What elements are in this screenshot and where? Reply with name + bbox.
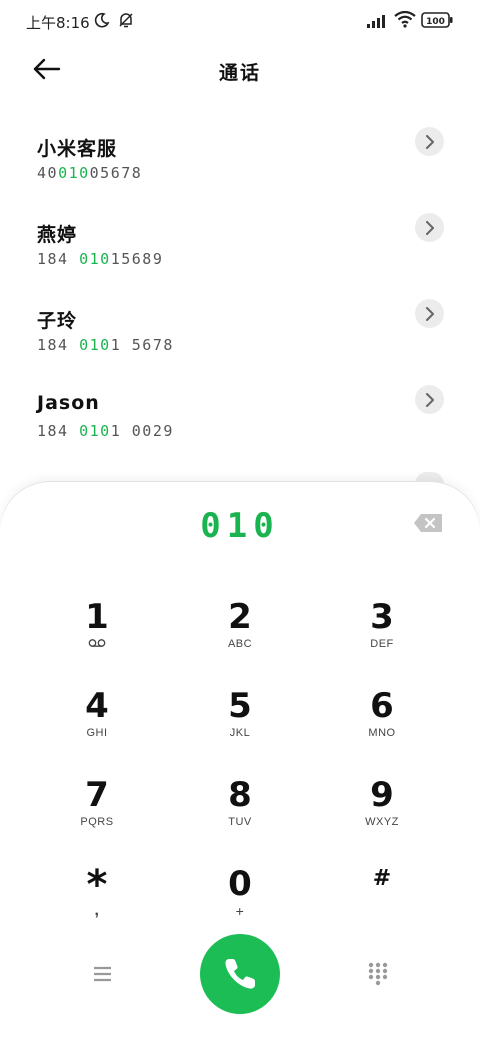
backspace-button[interactable]: [413, 513, 443, 533]
key-letters: TUV: [228, 816, 252, 828]
status-time: 上午8:16: [26, 14, 90, 32]
key-star[interactable]: * ,: [42, 864, 152, 944]
key-5[interactable]: 5 JKL: [185, 686, 295, 766]
key-2[interactable]: 2 ABC: [185, 597, 295, 677]
moon-icon: [94, 12, 110, 32]
battery-level: 100: [426, 17, 445, 27]
key-0[interactable]: 0 +: [185, 864, 295, 944]
muted-bell-icon: [117, 11, 135, 33]
key-letters: ABC: [227, 638, 253, 650]
contact-detail-button[interactable]: [415, 299, 444, 328]
dialpad-sheet: 010 1 2 ABC 3 DEF 4 GHI 5 JKL 6 MNO 7 PQ…: [0, 482, 480, 1040]
key-digit: 4: [85, 686, 109, 726]
contact-number: 184 0101 5678: [37, 336, 174, 354]
key-digit: 9: [370, 775, 394, 815]
key-digit: 6: [370, 686, 394, 726]
menu-button[interactable]: [88, 962, 118, 986]
contact-number: 184 01015689: [37, 250, 164, 268]
key-digit: 0: [228, 864, 252, 904]
dialer-bottom-bar: [0, 934, 480, 1018]
wifi-icon: [394, 10, 416, 32]
contact-name: 小米客服: [37, 138, 118, 160]
status-bar: 上午8:16 100: [0, 0, 480, 40]
key-1[interactable]: 1: [42, 597, 152, 677]
contact-detail-button[interactable]: [415, 385, 444, 414]
key-letters: ,: [94, 902, 100, 919]
contact-row[interactable]: 燕婷 184 01015689: [0, 194, 480, 280]
backspace-icon: [414, 514, 442, 532]
chevron-right-icon: [426, 307, 434, 321]
chevron-right-icon: [426, 393, 434, 407]
key-digit: 2: [228, 597, 252, 637]
contact-name: 燕婷: [37, 224, 78, 246]
signal-icon: [367, 13, 389, 32]
key-digit: 1: [85, 597, 109, 637]
key-digit: 5: [228, 686, 252, 726]
call-button[interactable]: [200, 934, 280, 1014]
contact-row[interactable]: Jason 184 0101 0029: [0, 366, 480, 452]
key-letters: JKL: [229, 727, 251, 739]
contact-list: 小米客服 4001005678 燕婷 184 01015689 子玲 184 0…: [0, 108, 480, 452]
dialed-number: 010: [200, 506, 280, 546]
header: 通话: [0, 44, 480, 96]
phone-icon: [225, 959, 255, 989]
key-letters: +: [235, 903, 245, 919]
contact-row[interactable]: 小米客服 4001005678: [0, 108, 480, 194]
key-letters: PQRS: [80, 816, 114, 828]
key-hash[interactable]: #: [327, 864, 437, 944]
key-digit: #: [372, 866, 392, 891]
key-7[interactable]: 7 PQRS: [42, 775, 152, 855]
chevron-right-icon: [426, 221, 434, 235]
page-title: 通话: [218, 62, 261, 84]
contact-name: Jason: [37, 392, 100, 414]
contact-number: 4001005678: [37, 164, 143, 182]
contact-row[interactable]: 子玲 184 0101 5678: [0, 280, 480, 366]
dialpad-icon: [368, 962, 388, 986]
key-letters: MNO: [368, 727, 396, 739]
key-4[interactable]: 4 GHI: [42, 686, 152, 766]
battery-icon: 100: [421, 12, 453, 32]
key-digit: 7: [85, 775, 109, 815]
key-letters: WXYZ: [365, 816, 399, 828]
key-9[interactable]: 9 WXYZ: [327, 775, 437, 855]
dialpad-toggle-button[interactable]: [366, 962, 390, 986]
chevron-right-icon: [426, 135, 434, 149]
key-letters: DEF: [370, 638, 394, 650]
key-digit: 8: [228, 775, 252, 815]
menu-icon: [94, 966, 111, 982]
key-6[interactable]: 6 MNO: [327, 686, 437, 766]
key-digit: *: [86, 862, 108, 908]
key-letters: GHI: [86, 727, 108, 739]
contact-number: 184 0101 0029: [37, 422, 174, 440]
key-8[interactable]: 8 TUV: [185, 775, 295, 855]
key-3[interactable]: 3 DEF: [327, 597, 437, 677]
voicemail-icon: [88, 639, 106, 647]
contact-detail-button[interactable]: [415, 213, 444, 242]
contact-name: 子玲: [37, 310, 78, 332]
key-digit: 3: [370, 597, 394, 637]
contact-detail-button[interactable]: [415, 127, 444, 156]
